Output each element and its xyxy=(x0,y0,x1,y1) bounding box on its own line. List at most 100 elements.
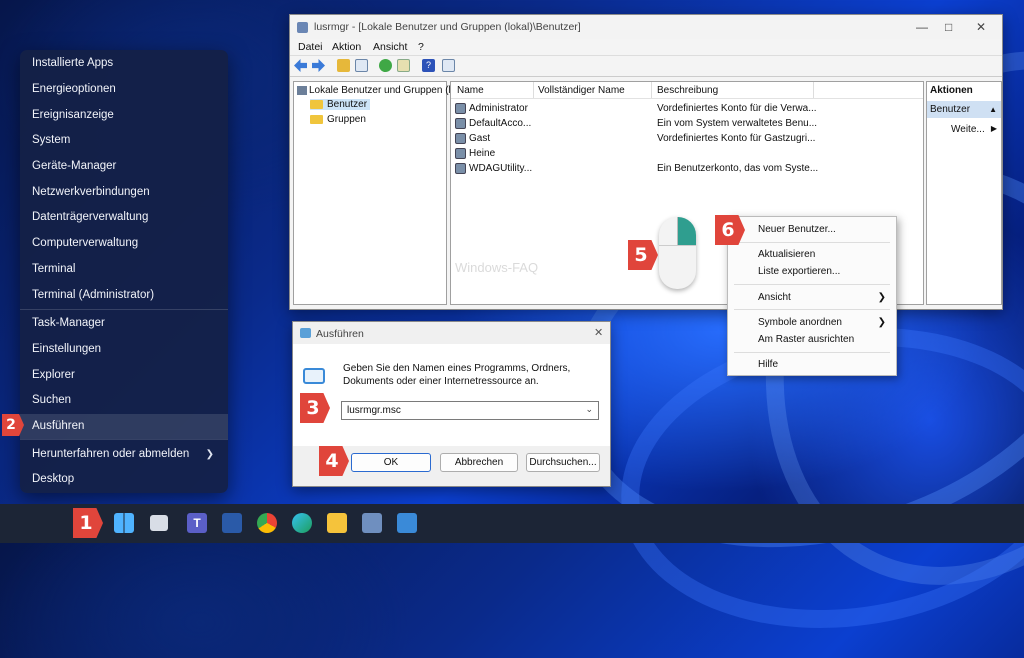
table-row[interactable]: Gast Vordefiniertes Konto für Gastzugri.… xyxy=(455,133,815,148)
column-header-name[interactable]: Name xyxy=(457,85,484,96)
close-icon[interactable]: ✕ xyxy=(594,326,603,339)
forward-icon[interactable] xyxy=(312,59,325,72)
user-name: Gast xyxy=(469,133,491,145)
actions-more[interactable]: Weite... ▶ xyxy=(951,124,999,135)
windows-start-icon[interactable] xyxy=(114,513,134,533)
menu-help[interactable]: ? xyxy=(418,41,424,53)
mouse-body-line xyxy=(659,245,696,246)
table-row[interactable]: Administrator Vordefiniertes Konto für d… xyxy=(455,103,817,118)
table-row[interactable]: Heine xyxy=(455,148,495,163)
powershell-icon[interactable] xyxy=(222,513,242,533)
user-icon xyxy=(455,148,466,159)
teams-icon[interactable]: T xyxy=(187,513,207,533)
menu-item-view[interactable]: Ansicht xyxy=(758,292,791,303)
user-icon xyxy=(455,118,466,129)
toolbar: ? xyxy=(290,55,1002,77)
back-icon[interactable] xyxy=(294,59,307,72)
chevron-down-icon[interactable]: ⌄ xyxy=(585,404,593,415)
menu-bar: Datei Aktion Ansicht ? xyxy=(290,39,1002,55)
mouse-right-button xyxy=(678,217,696,245)
menu-separator xyxy=(734,284,890,285)
menu-item-installed-apps[interactable]: Installierte Apps xyxy=(20,51,228,76)
column-divider[interactable] xyxy=(813,82,814,98)
menu-item-settings[interactable]: Einstellungen xyxy=(20,337,228,362)
menu-view[interactable]: Ansicht xyxy=(373,41,407,53)
table-row[interactable]: DefaultAcco... Ein vom System verwaltete… xyxy=(455,118,817,133)
start-context-menu: Installierte Apps Energieoptionen Ereign… xyxy=(20,50,228,493)
menu-item-power-options[interactable]: Energieoptionen xyxy=(20,77,228,102)
export-icon[interactable] xyxy=(397,59,410,72)
browse-button[interactable]: Durchsuchen... xyxy=(526,453,600,472)
menu-item-terminal-admin[interactable]: Terminal (Administrator) xyxy=(20,283,228,308)
menu-item-new-user[interactable]: Neuer Benutzer... xyxy=(758,224,836,235)
menu-item-system[interactable]: System xyxy=(20,128,228,153)
menu-item-disk-management[interactable]: Datenträgerverwaltung xyxy=(20,205,228,230)
user-accounts-icon[interactable] xyxy=(362,513,382,533)
menu-item-shutdown[interactable]: Herunterfahren oder abmelden ❯ xyxy=(20,442,228,467)
cancel-button[interactable]: Abbrechen xyxy=(440,453,518,472)
file-explorer-icon[interactable] xyxy=(327,513,347,533)
chrome-icon[interactable] xyxy=(257,513,277,533)
folder-icon xyxy=(310,99,323,109)
column-divider[interactable] xyxy=(533,82,534,98)
menu-item-search[interactable]: Suchen xyxy=(20,388,228,413)
properties-icon[interactable] xyxy=(442,59,455,72)
dialog-titlebar: Ausführen ✕ xyxy=(293,322,610,344)
menu-action[interactable]: Aktion xyxy=(332,41,361,53)
user-description: Ein vom System verwaltetes Benu... xyxy=(657,118,818,129)
menu-separator xyxy=(734,242,890,243)
user-icon xyxy=(455,103,466,114)
menu-item-computer-management[interactable]: Computerverwaltung xyxy=(20,231,228,256)
window-titlebar: lusrmgr - [Lokale Benutzer und Gruppen (… xyxy=(290,15,1002,39)
menu-item-refresh[interactable]: Aktualisieren xyxy=(758,249,815,260)
refresh-icon[interactable] xyxy=(379,59,392,72)
tree-root[interactable]: Lokale Benutzer und Gruppen (lo xyxy=(297,85,456,96)
minimize-icon[interactable]: — xyxy=(916,20,928,34)
menu-file[interactable]: Datei xyxy=(298,41,323,53)
column-header-fullname[interactable]: Vollständiger Name xyxy=(538,85,625,96)
maximize-icon[interactable]: □ xyxy=(945,20,952,34)
column-header-description[interactable]: Beschreibung xyxy=(657,85,718,96)
menu-item-arrange-icons[interactable]: Symbole anordnen xyxy=(758,317,842,328)
actions-section-users[interactable]: Benutzer ▲ xyxy=(927,101,1001,118)
open-input[interactable]: lusrmgr.msc ⌄ xyxy=(341,401,599,420)
menu-separator xyxy=(734,352,890,353)
actions-more-label: Weite... xyxy=(951,124,985,135)
edge-icon[interactable] xyxy=(292,513,312,533)
ok-button[interactable]: OK xyxy=(351,453,431,472)
menu-item-export-list[interactable]: Liste exportieren... xyxy=(758,266,840,277)
tree-node-groups[interactable]: Gruppen xyxy=(310,114,366,125)
control-panel-icon[interactable] xyxy=(397,513,417,533)
column-divider[interactable] xyxy=(651,82,652,98)
user-icon xyxy=(455,133,466,144)
menu-item-event-viewer[interactable]: Ereignisanzeige xyxy=(20,103,228,128)
menu-item-align-grid[interactable]: Am Raster ausrichten xyxy=(758,334,854,345)
chevron-right-icon: ❯ xyxy=(877,292,886,303)
watermark: Windows-FAQ xyxy=(455,260,539,275)
table-row[interactable]: WDAGUtility... Ein Benutzerkonto, das vo… xyxy=(455,163,818,178)
task-view-icon[interactable] xyxy=(150,515,168,531)
menu-item-network-connections[interactable]: Netzwerkverbindungen xyxy=(20,180,228,205)
tree-node-users[interactable]: Benutzer xyxy=(310,99,371,110)
tree-pane: Lokale Benutzer und Gruppen (lo Benutzer… xyxy=(293,81,456,305)
mouse-button-divider xyxy=(677,217,678,245)
menu-item-explorer[interactable]: Explorer xyxy=(20,363,228,388)
context-menu: Neuer Benutzer... Aktualisieren Liste ex… xyxy=(727,216,897,376)
help-icon[interactable]: ? xyxy=(422,59,435,72)
chevron-right-icon: ▶ xyxy=(990,124,997,133)
user-description: Vordefiniertes Konto für die Verwa... xyxy=(657,103,817,114)
tree-node-groups-label: Gruppen xyxy=(327,114,366,125)
close-icon[interactable]: ✕ xyxy=(976,20,986,34)
user-name: DefaultAcco... xyxy=(469,118,532,130)
chevron-right-icon: ❯ xyxy=(205,449,214,460)
menu-item-terminal[interactable]: Terminal xyxy=(20,257,228,282)
menu-item-device-manager[interactable]: Geräte-Manager xyxy=(20,154,228,179)
show-tree-icon[interactable] xyxy=(355,59,368,72)
menu-item-help[interactable]: Hilfe xyxy=(758,359,778,370)
up-folder-icon[interactable] xyxy=(337,59,350,72)
menu-item-desktop[interactable]: Desktop xyxy=(20,467,228,492)
window-title: lusrmgr - [Lokale Benutzer und Gruppen (… xyxy=(314,21,581,33)
menu-item-task-manager[interactable]: Task-Manager xyxy=(20,311,228,336)
app-icon xyxy=(297,22,308,33)
menu-item-run[interactable]: Ausführen xyxy=(20,414,228,439)
